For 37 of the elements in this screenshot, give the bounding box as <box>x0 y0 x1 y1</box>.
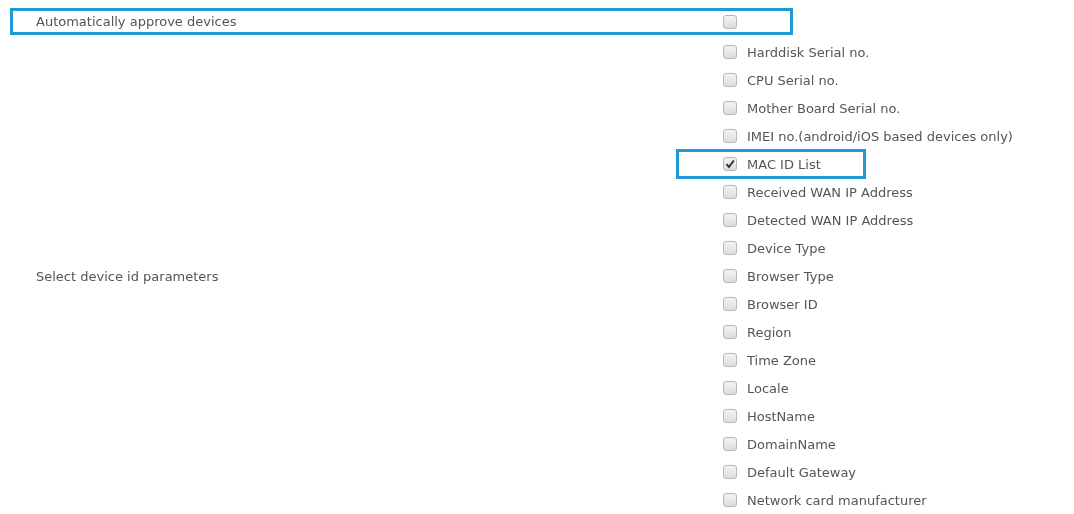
checkbox-label: Received WAN IP Address <box>747 184 913 200</box>
checkbox[interactable] <box>723 213 737 227</box>
checkbox-label: HostName <box>747 408 815 424</box>
checkbox[interactable] <box>723 353 737 367</box>
checkbox[interactable] <box>723 157 737 171</box>
checkbox-label: DomainName <box>747 436 836 452</box>
checkbox-label: MAC ID List <box>747 156 821 172</box>
checkbox[interactable] <box>723 269 737 283</box>
checkbox-label: Network card manufacturer <box>747 492 927 508</box>
setting-label: Automatically approve devices <box>35 14 238 29</box>
checkbox-label: Browser ID <box>747 296 818 312</box>
checkbox[interactable] <box>723 493 737 507</box>
checkbox[interactable] <box>723 101 737 115</box>
checkbox[interactable] <box>723 241 737 255</box>
checkbox[interactable] <box>723 14 737 29</box>
checkbox[interactable] <box>723 325 737 339</box>
checkbox-label: IMEI no.(android/iOS based devices only) <box>747 128 1013 144</box>
checkbox-label: Mother Board Serial no. <box>747 100 901 116</box>
checkbox-label: CPU Serial no. <box>747 72 839 88</box>
checkbox-label: Browser Type <box>747 268 834 284</box>
checkbox-label: Region <box>747 324 792 340</box>
checkbox[interactable] <box>723 73 737 87</box>
checkbox-label: Detected WAN IP Address <box>747 212 914 228</box>
checkbox[interactable] <box>723 297 737 311</box>
checkbox[interactable] <box>723 409 737 423</box>
checkbox[interactable] <box>723 437 737 451</box>
checkbox-label: Time Zone <box>747 352 817 368</box>
checkbox-label: Harddisk Serial no. <box>747 44 870 60</box>
checkbox[interactable] <box>723 185 737 199</box>
checkbox-label: Device Type <box>747 240 826 256</box>
checkbox-label: Locale <box>747 380 789 396</box>
setting-label: Select device id parameters <box>35 268 220 284</box>
checkbox[interactable] <box>723 465 737 479</box>
checkbox[interactable] <box>723 381 737 395</box>
checkbox-label: Default Gateway <box>747 464 857 480</box>
checkbox[interactable] <box>723 45 737 59</box>
checkbox[interactable] <box>723 129 737 143</box>
